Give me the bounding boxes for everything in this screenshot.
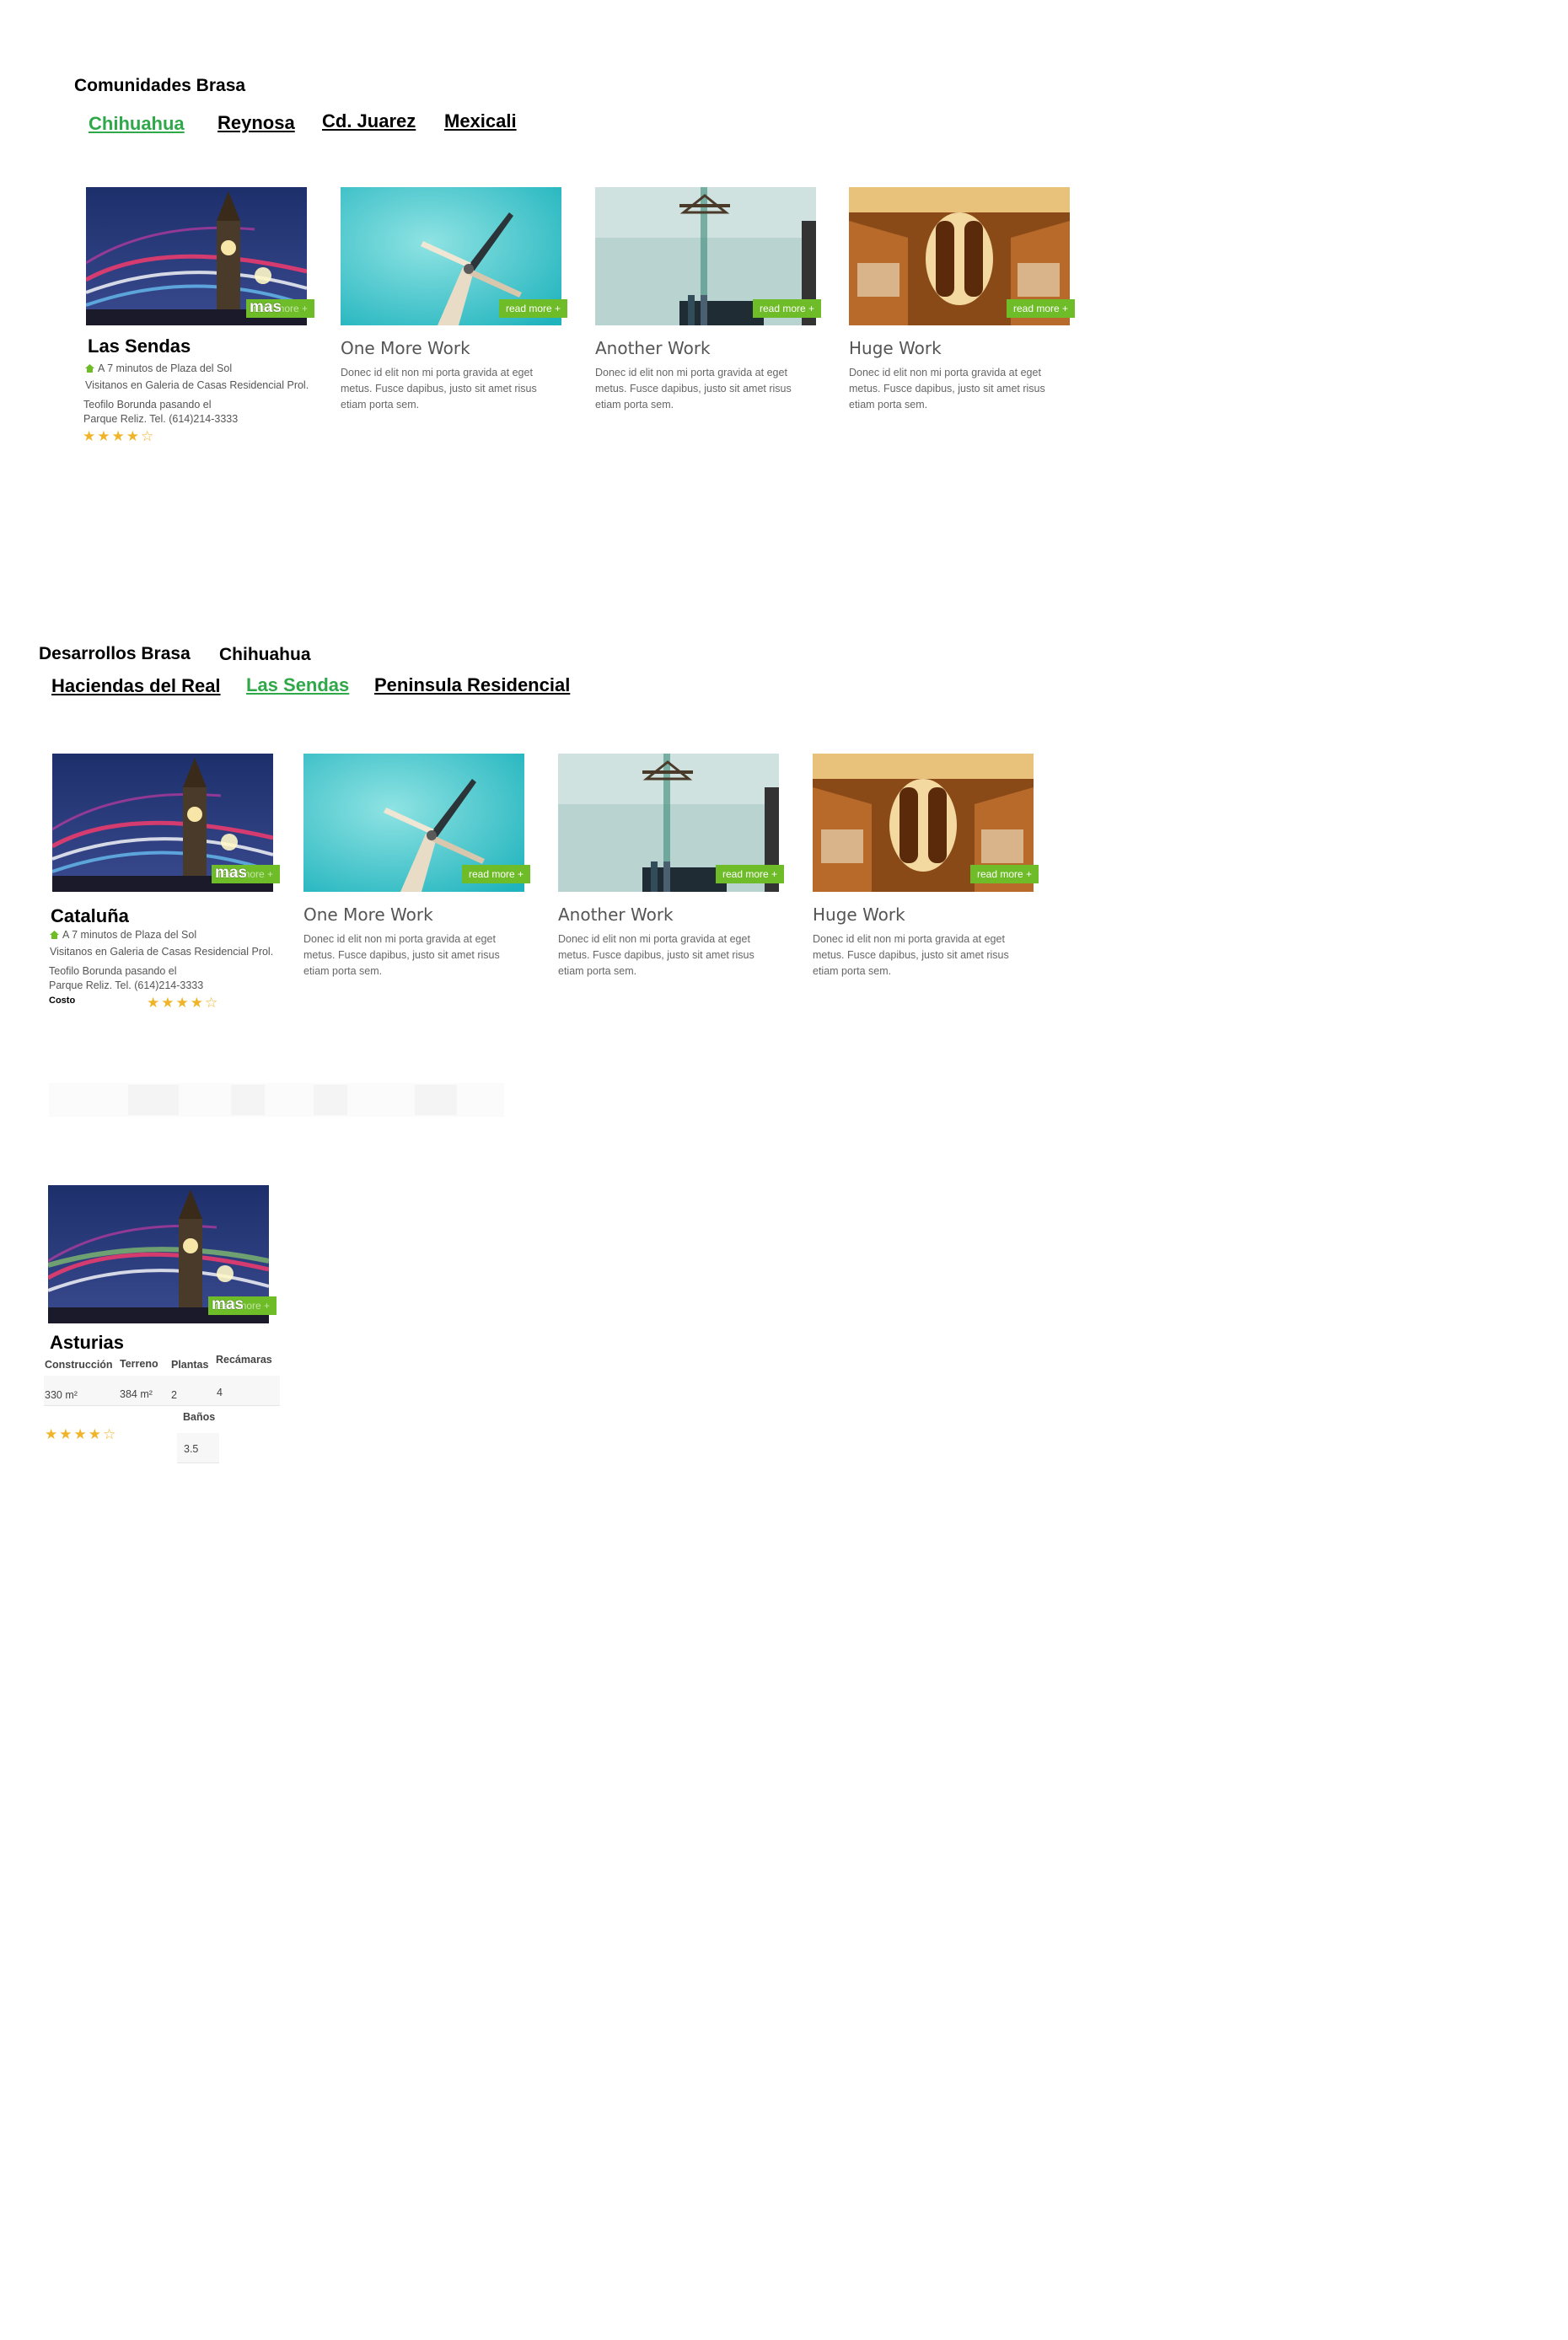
spec-header-recamaras: Recámaras [216, 1354, 272, 1366]
ghost-block [128, 1085, 179, 1115]
read-more-button-another-work[interactable]: read more + [753, 299, 822, 318]
card-desc-another-work-2: Donec id elit non mi porta gravida at eg… [558, 933, 754, 977]
spec-header-plantas: Plantas [171, 1359, 209, 1371]
filter-peninsula-residencial[interactable]: Peninsula Residencial [374, 674, 570, 696]
ghost-block [314, 1085, 347, 1115]
home-icon [50, 931, 59, 939]
spec-header-construccion: Construcción [45, 1359, 113, 1371]
read-more-button-one-more-work[interactable]: read more + [499, 299, 568, 318]
featured-title-las-sendas: Las Sendas [88, 335, 191, 357]
card-desc-huge-work: Donec id elit non mi porta gravida at eg… [849, 367, 1045, 411]
featured-title-cataluna: Cataluña [51, 905, 129, 926]
filter-chihuahua[interactable]: Chihuahua [89, 113, 185, 135]
spec-value-terreno: 384 m² [120, 1388, 153, 1400]
filter-reynosa[interactable]: Reynosa [217, 112, 295, 134]
card-title-one-more-work: One More Work [341, 338, 470, 358]
featured-line4: Parque Reliz. Tel. (614)214-3333 [49, 979, 204, 991]
mas-button-las-sendas[interactable]: read more + mas [246, 298, 315, 318]
featured-location: A 7 minutos de Plaza del Sol [85, 362, 232, 374]
mas-button-cataluna[interactable]: read more + mas [212, 864, 281, 883]
filter-mexicali[interactable]: Mexicali [444, 110, 517, 132]
featured-line2: Visitanos en Galeria de Casas Residencia… [50, 946, 274, 958]
read-more-button-one-more-work-2[interactable]: read more + [462, 865, 531, 883]
card-desc-another-work: Donec id elit non mi porta gravida at eg… [595, 367, 792, 411]
rating-stars: ★★★★☆ [45, 1426, 118, 1442]
mas-button-asturias[interactable]: read more + mas [208, 1296, 277, 1315]
featured-title-asturias: Asturias [50, 1332, 125, 1353]
mas-label: mas [212, 1296, 244, 1313]
featured-line3: Teofilo Borunda pasando el [83, 399, 212, 411]
page: Comunidades Brasa Chihuahua Reynosa Cd. … [0, 0, 1568, 2340]
spec-value-recamaras: 4 [217, 1387, 223, 1398]
location-text: A 7 minutos de Plaza del Sol [98, 362, 233, 374]
card-title-another-work: Another Work [595, 338, 711, 358]
specs-values-row [44, 1376, 280, 1406]
read-more-button-another-work-2[interactable]: read more + [716, 865, 785, 883]
featured-location: A 7 minutos de Plaza del Sol [50, 929, 196, 941]
card-title-huge-work-2: Huge Work [813, 904, 905, 925]
section-title-comunidades: Comunidades Brasa [74, 76, 246, 95]
card-desc-one-more-work-2: Donec id elit non mi porta gravida at eg… [303, 933, 500, 977]
ghost-block [231, 1085, 265, 1115]
ghost-block [415, 1085, 457, 1115]
section-title-desarrollos: Desarrollos Brasa [39, 644, 191, 663]
card-desc-one-more-work: Donec id elit non mi porta gravida at eg… [341, 367, 537, 411]
spec-value-banos: 3.5 [184, 1443, 199, 1455]
mas-label: mas [250, 298, 282, 316]
spec-header-terreno: Terreno [120, 1358, 158, 1370]
filter-cd-juarez[interactable]: Cd. Juarez [322, 110, 416, 132]
card-title-another-work-2: Another Work [558, 904, 674, 925]
home-icon [85, 364, 94, 373]
card-desc-huge-work-2: Donec id elit non mi porta gravida at eg… [813, 933, 1009, 977]
rating-stars: ★★★★☆ [147, 995, 220, 1011]
read-more-button-huge-work[interactable]: read more + [1007, 299, 1076, 318]
read-more-button-huge-work-2[interactable]: read more + [970, 865, 1039, 883]
card-title-one-more-work-2: One More Work [303, 904, 433, 925]
featured-line3: Teofilo Borunda pasando el [49, 965, 177, 977]
section-subtitle-chihuahua: Chihuahua [219, 645, 311, 664]
featured-line4: Parque Reliz. Tel. (614)214-3333 [83, 413, 239, 425]
featured-line2: Visitanos en Galeria de Casas Residencia… [85, 379, 309, 391]
spec-header-banos: Baños [183, 1411, 216, 1423]
spec-value-plantas: 2 [171, 1389, 177, 1401]
card-title-huge-work: Huge Work [849, 338, 942, 358]
filter-las-sendas[interactable]: Las Sendas [246, 674, 349, 696]
costo-label: Costo [49, 996, 76, 1006]
filter-haciendas-del-real[interactable]: Haciendas del Real [51, 675, 221, 697]
spec-value-construccion: 330 m² [45, 1389, 78, 1401]
rating-stars: ★★★★☆ [83, 428, 156, 444]
mas-label: mas [215, 864, 248, 882]
location-text: A 7 minutos de Plaza del Sol [62, 929, 197, 941]
